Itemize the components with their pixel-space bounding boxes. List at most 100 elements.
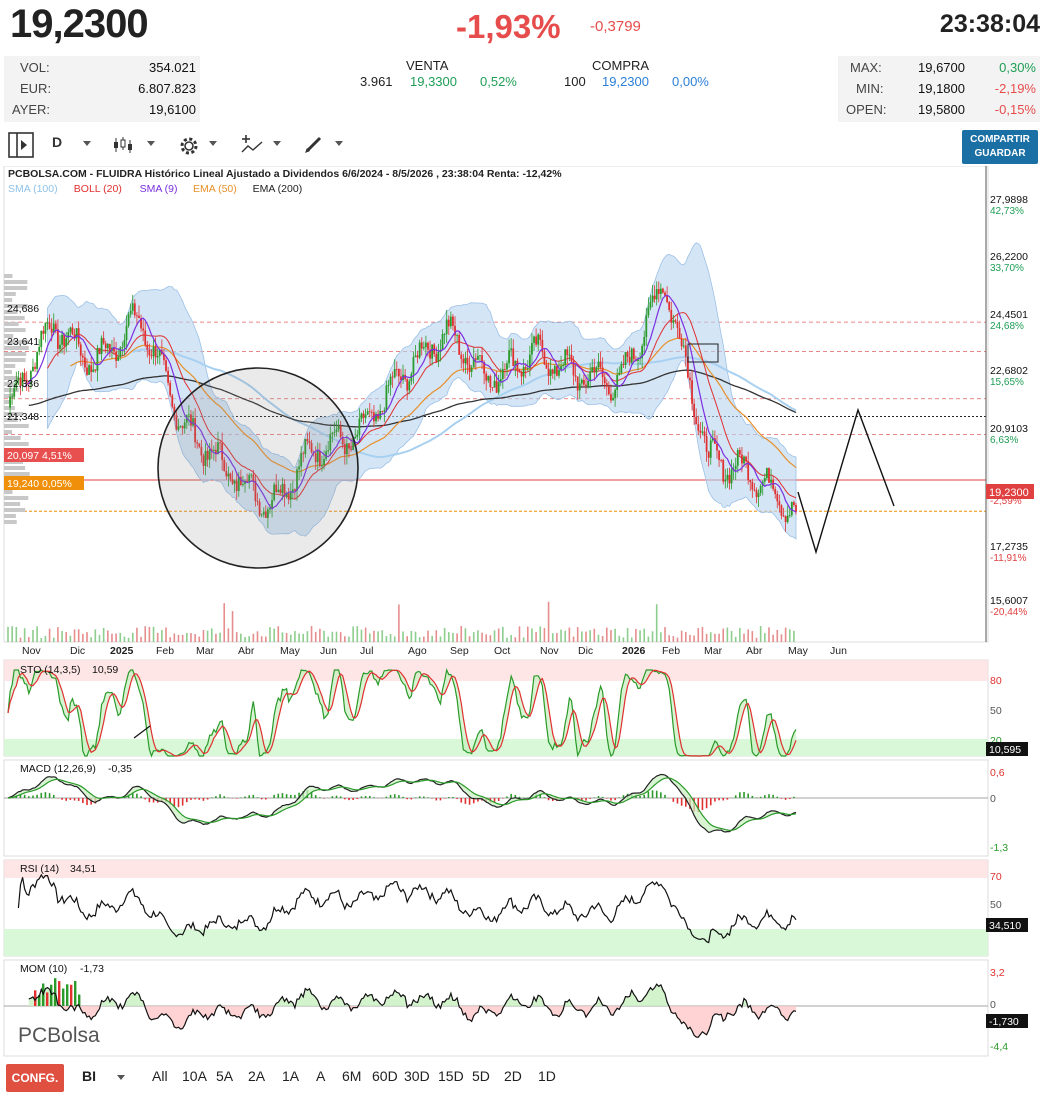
macd-histogram-bar xyxy=(206,798,209,800)
compra-header: COMPRA xyxy=(592,58,650,73)
chart-title: PCBOLSA.COM - FLUIDRA Histórico Lineal A… xyxy=(8,168,562,180)
macd-histogram-bar xyxy=(177,798,180,808)
mom-tag: -1,730 xyxy=(989,1016,1019,1028)
candle-body xyxy=(474,358,477,360)
config-button[interactable]: CONFG. xyxy=(6,1064,64,1092)
time-axis-label: 2025 xyxy=(110,645,134,657)
range-button-10a[interactable]: 10A xyxy=(182,1068,207,1084)
candle-body xyxy=(142,328,145,331)
candle-body xyxy=(734,465,737,470)
macd-histogram-bar xyxy=(651,790,654,798)
gear-icon[interactable] xyxy=(178,135,200,157)
candle-body xyxy=(508,350,510,364)
volume-profile-bar xyxy=(4,328,26,332)
volume-bar xyxy=(435,630,438,642)
min-label: MIN: xyxy=(856,81,884,96)
volume-bar xyxy=(685,632,687,642)
range-button-2a[interactable]: 2A xyxy=(248,1068,265,1084)
panel-toggle-icon[interactable] xyxy=(8,132,34,158)
volume-bar xyxy=(219,632,221,642)
candle-body xyxy=(395,369,398,370)
chevron-down-icon[interactable] xyxy=(334,140,344,148)
range-button-15d[interactable]: 15D xyxy=(438,1068,464,1084)
chevron-down-icon[interactable] xyxy=(208,140,218,148)
candle-body xyxy=(144,330,147,345)
candle-body xyxy=(603,377,606,384)
share-save-button[interactable]: COMPARTIR GUARDAR xyxy=(962,130,1038,164)
macd-histogram-bar xyxy=(148,798,151,803)
volume-bar xyxy=(647,636,650,642)
time-axis-label: Oct xyxy=(494,645,510,657)
volume-bar xyxy=(73,629,76,642)
sto-level-80: 80 xyxy=(990,675,1002,687)
min-value: 19,1800 xyxy=(918,81,965,96)
range-button-1d[interactable]: 1D xyxy=(538,1068,556,1084)
range-button-5d[interactable]: 5D xyxy=(472,1068,490,1084)
candle-body xyxy=(576,376,579,391)
macd-value: -0,35 xyxy=(108,763,132,775)
macd-histogram-bar xyxy=(294,794,296,798)
period-selector[interactable]: D xyxy=(52,134,62,150)
range-button-1a[interactable]: 1A xyxy=(282,1068,299,1084)
range-button-30d[interactable]: 30D xyxy=(404,1068,430,1084)
candle-body xyxy=(86,367,88,375)
macd-histogram-bar xyxy=(252,794,255,798)
volume-profile-bar xyxy=(4,370,12,374)
candle-body xyxy=(543,352,546,365)
range-button-a[interactable]: A xyxy=(316,1068,325,1084)
indicator-add-icon[interactable] xyxy=(240,134,264,156)
change-absolute: -0,3799 xyxy=(590,18,641,35)
price-axis: 27,989842,73% 26,220033,70% 24,450124,68% 2… xyxy=(990,194,1028,618)
volume-bar xyxy=(248,636,250,642)
chevron-down-icon[interactable] xyxy=(272,140,282,148)
candle-body xyxy=(510,348,513,351)
volume-bar xyxy=(327,636,329,642)
range-button-all[interactable]: All xyxy=(152,1068,168,1084)
volume-bar xyxy=(768,627,770,642)
macd-histogram-bar xyxy=(356,798,359,799)
candle-body xyxy=(743,456,745,464)
candle-body xyxy=(71,327,74,335)
volume-bar xyxy=(464,628,467,642)
vol-label: VOL: xyxy=(20,60,50,75)
candle-body xyxy=(707,451,710,458)
volume-bar xyxy=(82,633,84,642)
candle-body xyxy=(651,295,654,303)
macd-histogram-bar xyxy=(285,794,288,798)
volume-bar xyxy=(339,632,342,642)
range-button-60d[interactable]: 60D xyxy=(372,1068,398,1084)
legend-item: SMA (9) xyxy=(140,183,178,195)
candle-body xyxy=(562,365,565,367)
candle-body xyxy=(117,356,120,361)
chart-area[interactable]: PCBOLSA.COM - FLUIDRA Histórico Lineal A… xyxy=(0,166,1048,1058)
range-button-5a[interactable]: 5A xyxy=(216,1068,233,1084)
candle-body xyxy=(462,359,465,364)
level-label: 21,348 xyxy=(7,411,39,423)
volume-bar xyxy=(676,637,679,642)
macd-histogram-bar xyxy=(610,798,612,801)
pencil-icon[interactable] xyxy=(304,134,324,154)
candle-body xyxy=(689,377,691,381)
macd-histogram-bar xyxy=(605,798,608,799)
range-button-2d[interactable]: 2D xyxy=(504,1068,522,1084)
candle-body xyxy=(768,467,770,483)
chevron-down-icon[interactable] xyxy=(146,140,156,148)
volume-bar xyxy=(65,632,68,642)
volume-bar xyxy=(310,626,313,642)
macd-histogram-bar xyxy=(647,791,650,798)
candle-body xyxy=(79,344,82,356)
volume-bar xyxy=(510,634,512,642)
volume-bar xyxy=(730,630,733,642)
volume-bar xyxy=(314,631,317,642)
time-axis-label: Abr xyxy=(746,645,763,657)
macd-histogram-bar xyxy=(368,795,371,798)
range-button-6m[interactable]: 6M xyxy=(342,1068,361,1084)
chevron-down-icon[interactable] xyxy=(82,140,92,148)
candle-body xyxy=(607,386,610,395)
mode-selector[interactable]: BI xyxy=(82,1068,96,1084)
chevron-down-icon[interactable] xyxy=(116,1074,126,1082)
candlestick-icon[interactable] xyxy=(112,136,134,154)
candle-body xyxy=(69,327,72,333)
price-panel: PCBOLSA.COM - FLUIDRA Histórico Lineal A… xyxy=(3,166,1034,657)
volume-bar xyxy=(277,626,280,642)
